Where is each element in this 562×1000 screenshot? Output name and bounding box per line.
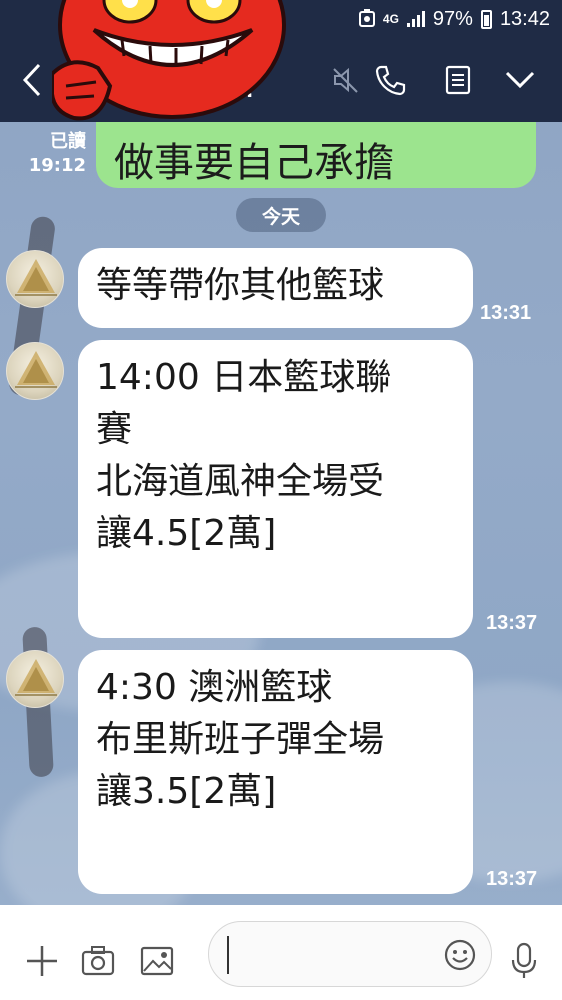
screenshot-notification-icon xyxy=(358,8,375,30)
chevron-down-icon xyxy=(505,71,535,89)
signal-icon xyxy=(406,11,425,27)
avatar-logo-icon xyxy=(15,659,57,696)
add-button[interactable] xyxy=(22,941,62,981)
mascot-sticker xyxy=(50,0,292,130)
sent-message-text: 做事要自己承擔 xyxy=(114,140,394,186)
date-separator: 今天 xyxy=(236,198,326,232)
camera-icon xyxy=(81,946,115,976)
chat-area[interactable]: 已讀 19:12 做事要自己承擔 今天 等等帶你其他籃球 13:31 14:00… xyxy=(0,122,562,905)
avatar[interactable] xyxy=(6,650,64,708)
back-button[interactable] xyxy=(14,60,50,100)
message-line: 讓3.5[2萬] xyxy=(96,771,277,812)
message-line: 14:00 日本籃球聯 xyxy=(96,357,392,398)
phone-icon xyxy=(375,65,406,96)
microphone-icon xyxy=(511,942,537,978)
read-label: 已讀 xyxy=(50,131,86,152)
camera-button[interactable] xyxy=(78,941,118,981)
message-line: 讓4.5[2萬] xyxy=(96,513,277,554)
received-message-bubble[interactable]: 14:00 日本籃球聯 賽 北海道風神全場受 讓4.5[2萬] xyxy=(78,340,473,638)
message-line: 賽 xyxy=(96,409,133,450)
voice-button[interactable] xyxy=(504,939,544,983)
image-icon xyxy=(140,946,174,976)
call-button[interactable] xyxy=(370,60,410,100)
battery-icon xyxy=(480,9,492,29)
avatar-logo-icon xyxy=(15,259,57,296)
received-message-bubble[interactable]: 4:30 澳洲籃球 布里斯班子彈全場 讓3.5[2萬] xyxy=(78,650,473,894)
avatar[interactable] xyxy=(6,342,64,400)
menu-toggle-button[interactable] xyxy=(500,60,540,100)
network-type: 4G xyxy=(382,12,399,26)
message-line: 等等帶你其他籃球 xyxy=(96,265,385,306)
message-time: 13:37 xyxy=(486,868,538,890)
clock: 13:42 xyxy=(499,7,550,30)
input-bar xyxy=(0,905,562,1000)
mute-icon xyxy=(333,67,358,93)
message-line: 北海道風神全場受 xyxy=(96,461,385,502)
avatar[interactable] xyxy=(6,250,64,308)
back-icon xyxy=(22,63,41,97)
notes-button[interactable] xyxy=(438,60,478,100)
message-line: 4:30 澳洲籃球 xyxy=(96,667,333,708)
received-message-bubble[interactable]: 等等帶你其他籃球 xyxy=(78,248,473,328)
emoji-icon xyxy=(444,939,476,971)
battery-percent: 97% xyxy=(432,7,473,30)
emoji-button[interactable] xyxy=(439,934,481,976)
text-caret xyxy=(227,936,229,974)
message-time: 13:31 xyxy=(480,302,532,324)
gallery-button[interactable] xyxy=(136,941,178,981)
message-time: 13:37 xyxy=(486,612,538,634)
sent-time: 19:12 xyxy=(28,155,86,176)
avatar-logo-icon xyxy=(15,351,57,388)
message-line: 布里斯班子彈全場 xyxy=(96,719,385,760)
notes-icon xyxy=(445,65,471,95)
message-input[interactable] xyxy=(208,921,492,987)
mute-button[interactable] xyxy=(328,62,364,98)
read-receipt: 已讀 19:12 xyxy=(26,130,86,178)
sent-message-bubble[interactable]: 做事要自己承擔 xyxy=(96,122,536,188)
plus-icon xyxy=(27,946,57,976)
